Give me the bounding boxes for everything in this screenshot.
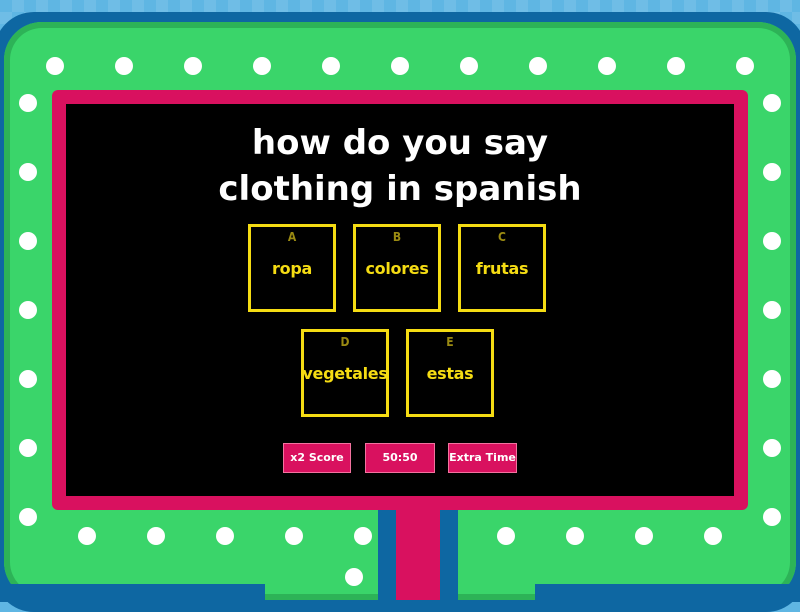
answer-label: estas (426, 364, 474, 383)
answer-option-a[interactable]: A ropa (248, 224, 336, 312)
bottom-ledge-left (0, 584, 265, 602)
extra-time-button[interactable]: Extra Time (448, 443, 517, 473)
light-bulb (763, 439, 781, 457)
light-bulb (216, 527, 234, 545)
stand-shadow-right (440, 506, 458, 606)
stand-shadow-left (378, 506, 396, 606)
light-bulb (736, 57, 754, 75)
light-bulb (598, 57, 616, 75)
light-bulb (391, 57, 409, 75)
question-line-2: clothing in spanish (218, 169, 582, 209)
light-bulb (253, 57, 271, 75)
light-bulb (763, 94, 781, 112)
answer-option-b[interactable]: B colores (353, 224, 441, 312)
answer-letter: E (446, 335, 454, 349)
light-bulb (19, 301, 37, 319)
light-bulb (763, 370, 781, 388)
answer-letter: B (392, 230, 402, 244)
light-bulb (763, 301, 781, 319)
light-bulb (46, 57, 64, 75)
screen-stand (396, 500, 440, 600)
bottom-ledge-right (535, 584, 800, 602)
light-bulb (19, 508, 37, 526)
answer-letter: A (287, 230, 297, 244)
light-bulb (19, 94, 37, 112)
answer-label: colores (365, 259, 429, 278)
light-bulb (460, 57, 478, 75)
light-bulb (78, 527, 96, 545)
fifty-fifty-button[interactable]: 50:50 (365, 443, 435, 473)
light-bulb (345, 568, 363, 586)
answer-label: vegetales (302, 364, 388, 383)
answer-option-d[interactable]: D vegetales (301, 329, 389, 417)
light-bulb (667, 57, 685, 75)
light-bulb (322, 57, 340, 75)
light-bulb (19, 370, 37, 388)
light-bulb (184, 57, 202, 75)
question-line-1: how do you say (251, 123, 549, 163)
light-bulb (529, 57, 547, 75)
light-bulb (19, 439, 37, 457)
answer-label: frutas (475, 259, 529, 278)
question-text: how do you say clothing in spanish (0, 120, 800, 212)
light-bulb (763, 508, 781, 526)
light-bulb (147, 527, 165, 545)
light-bulb (115, 57, 133, 75)
answer-letter: D (340, 335, 350, 349)
light-bulb (285, 527, 303, 545)
light-bulb (635, 527, 653, 545)
light-bulb (566, 527, 584, 545)
light-bulb (704, 527, 722, 545)
double-score-button[interactable]: x2 Score (283, 443, 351, 473)
light-bulb (354, 527, 372, 545)
light-bulb (19, 232, 37, 250)
answer-letter: C (498, 230, 506, 244)
light-bulb (497, 527, 515, 545)
light-bulb (763, 232, 781, 250)
answer-label: ropa (272, 259, 312, 278)
answer-option-e[interactable]: E estas (406, 329, 494, 417)
answer-option-c[interactable]: C frutas (458, 224, 546, 312)
